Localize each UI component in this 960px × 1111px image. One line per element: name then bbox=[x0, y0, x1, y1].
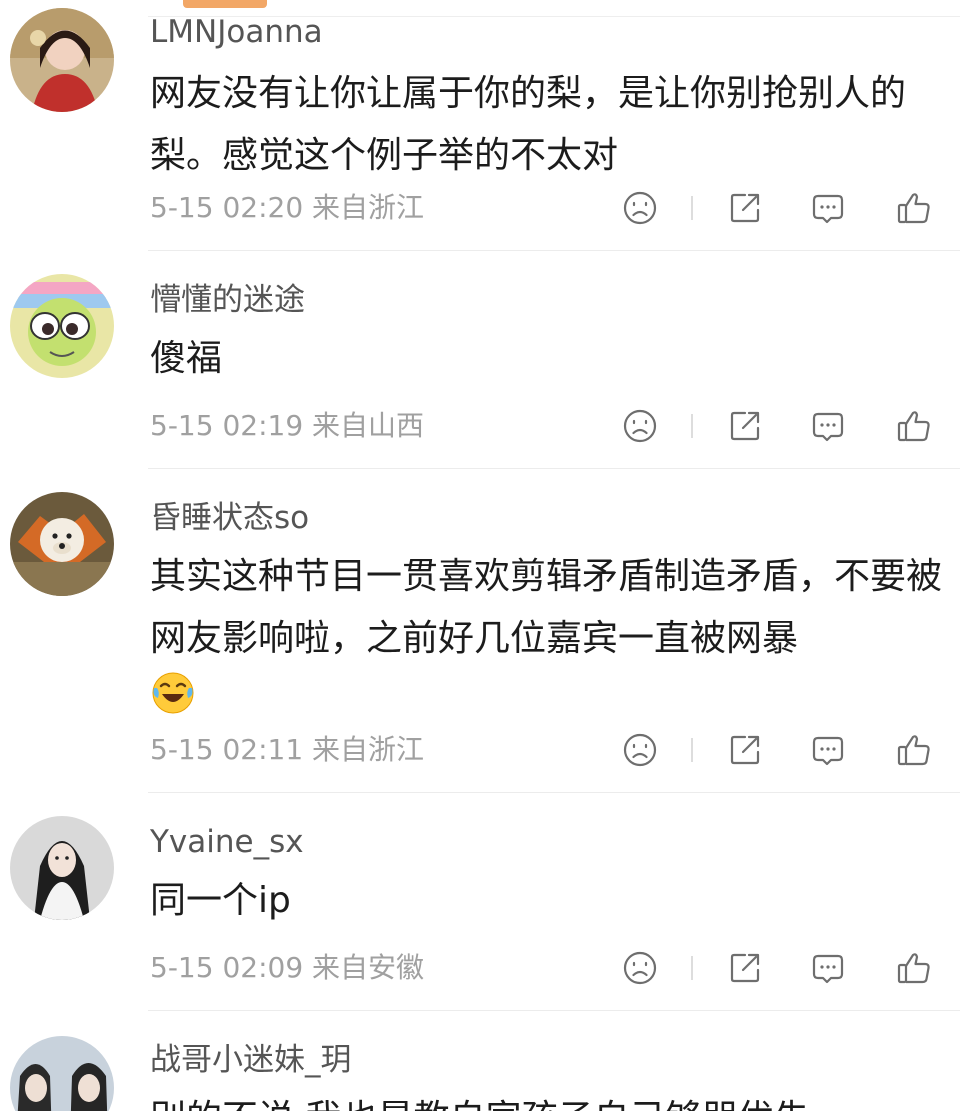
share-icon bbox=[730, 953, 760, 983]
dislike-button[interactable] bbox=[620, 406, 660, 446]
laughing-tears-emoji bbox=[150, 670, 196, 736]
username[interactable]: 战哥小迷妹_玥 bbox=[150, 1040, 352, 1080]
like-button[interactable] bbox=[894, 406, 934, 446]
comment-location: 来自浙江 bbox=[312, 191, 425, 224]
share-button[interactable] bbox=[725, 730, 765, 770]
share-button[interactable] bbox=[725, 948, 765, 988]
comment-location: 来自山西 bbox=[312, 409, 425, 442]
comment-text: 傻福 bbox=[150, 338, 223, 379]
username[interactable]: LMNJoanna bbox=[150, 12, 323, 52]
action-separator bbox=[691, 956, 693, 980]
share-icon bbox=[730, 193, 760, 223]
comment-text: 同一个ip bbox=[150, 880, 291, 921]
comment-item: 战哥小迷妹_玥 别的不说 我也是教自家孩子自己够朋优先 bbox=[0, 1010, 960, 1111]
comment-actions bbox=[600, 406, 960, 446]
reply-button[interactable] bbox=[808, 406, 848, 446]
reply-button[interactable] bbox=[808, 188, 848, 228]
thumbs-up-icon bbox=[897, 193, 930, 224]
thumbs-up-icon bbox=[897, 953, 930, 984]
avatar[interactable] bbox=[10, 8, 114, 112]
sad-face-icon bbox=[623, 191, 657, 225]
comment-icon bbox=[812, 412, 844, 442]
comment-meta: 5-15 02:09 来自安徽 bbox=[150, 948, 424, 988]
comment-time: 5-15 02:20 bbox=[150, 191, 304, 224]
avatar[interactable] bbox=[10, 816, 114, 920]
avatar[interactable] bbox=[10, 492, 114, 596]
comment-item: 懵懂的迷途 傻福 5-15 02:19 来自山西 bbox=[0, 250, 960, 468]
thumbs-up-icon bbox=[897, 411, 930, 442]
dislike-button[interactable] bbox=[620, 730, 660, 770]
comment-time: 5-15 02:09 bbox=[150, 951, 304, 984]
comment-actions bbox=[600, 188, 960, 228]
thumbs-up-icon bbox=[897, 735, 930, 766]
username[interactable]: 懵懂的迷途 bbox=[150, 280, 305, 320]
username[interactable]: Yvaine_sx bbox=[150, 822, 304, 862]
share-button[interactable] bbox=[725, 188, 765, 228]
avatar[interactable] bbox=[10, 274, 114, 378]
avatar[interactable] bbox=[10, 1036, 114, 1111]
action-separator bbox=[691, 738, 693, 762]
dislike-button[interactable] bbox=[620, 188, 660, 228]
comment-actions bbox=[600, 948, 960, 988]
like-button[interactable] bbox=[894, 730, 934, 770]
comment-item: LMNJoanna 网友没有让你让属于你的梨，是让你别抢别人的梨。感觉这个例子举… bbox=[0, 0, 960, 250]
comment-meta: 5-15 02:11 来自浙江 bbox=[150, 730, 424, 770]
comment-text-body: 其实这种节目一贯喜欢剪辑矛盾制造矛盾，不要被网友影响啦，之前好几位嘉宾一直被网暴 bbox=[150, 556, 943, 659]
comment-text: 网友没有让你让属于你的梨，是让你别抢别人的梨。感觉这个例子举的不太对 bbox=[150, 73, 907, 176]
reply-button[interactable] bbox=[808, 730, 848, 770]
action-separator bbox=[691, 196, 693, 220]
like-button[interactable] bbox=[894, 188, 934, 228]
comment-meta: 5-15 02:20 来自浙江 bbox=[150, 188, 424, 228]
username[interactable]: 昏睡状态so bbox=[150, 498, 309, 538]
sad-face-icon bbox=[623, 409, 657, 443]
like-button[interactable] bbox=[894, 948, 934, 988]
comment-time: 5-15 02:11 bbox=[150, 733, 304, 766]
reply-button[interactable] bbox=[808, 948, 848, 988]
comment-actions bbox=[600, 730, 960, 770]
comment-meta: 5-15 02:19 来自山西 bbox=[150, 406, 424, 446]
dislike-button[interactable] bbox=[620, 948, 660, 988]
comment-icon bbox=[812, 954, 844, 984]
sad-face-icon bbox=[623, 733, 657, 767]
comment-item: 昏睡状态so 其实这种节目一贯喜欢剪辑矛盾制造矛盾，不要被网友影响啦，之前好几位… bbox=[0, 468, 960, 792]
comment-item: Yvaine_sx 同一个ip 5-15 02:09 来自安徽 bbox=[0, 792, 960, 1010]
comment-icon bbox=[812, 194, 844, 224]
comment-text: 别的不说 我也是教自家孩子自己够朋优先 bbox=[150, 1088, 950, 1111]
action-separator bbox=[691, 414, 693, 438]
comment-location: 来自安徽 bbox=[312, 951, 425, 984]
share-icon bbox=[730, 411, 760, 441]
share-button[interactable] bbox=[725, 406, 765, 446]
comment-location: 来自浙江 bbox=[312, 733, 425, 766]
sad-face-icon bbox=[623, 951, 657, 985]
comment-time: 5-15 02:19 bbox=[150, 409, 304, 442]
comment-text: 其实这种节目一贯喜欢剪辑矛盾制造矛盾，不要被网友影响啦，之前好几位嘉宾一直被网暴 bbox=[150, 546, 950, 736]
comment-icon bbox=[812, 736, 844, 766]
share-icon bbox=[730, 735, 760, 765]
